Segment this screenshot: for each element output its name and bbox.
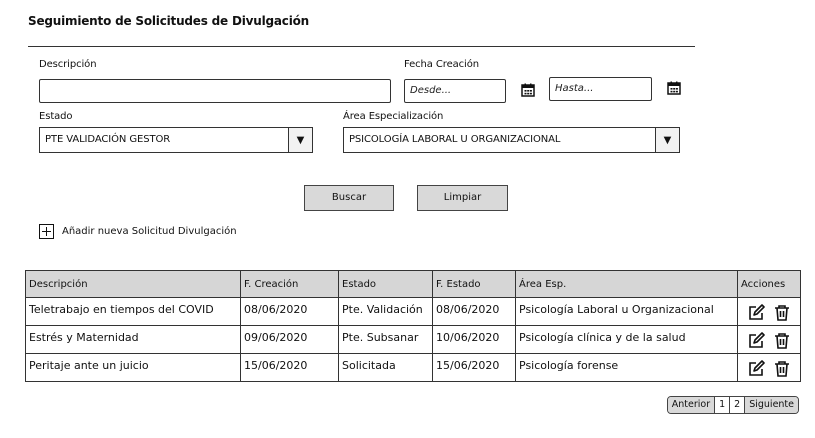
pagination: Anterior 1 2 Siguiente bbox=[666, 396, 799, 414]
col-header-f-creacion[interactable]: F. Creación bbox=[240, 270, 339, 298]
cell-descripcion: Peritaje ante un juicio bbox=[25, 353, 241, 382]
limpiar-button[interactable]: Limpiar bbox=[417, 185, 508, 211]
cell-f-creacion: 15/06/2020 bbox=[240, 353, 339, 382]
chevron-down-icon[interactable]: ▼ bbox=[288, 128, 312, 152]
trash-icon[interactable] bbox=[773, 304, 791, 322]
cell-estado: Pte. Subsanar bbox=[338, 325, 433, 354]
estado-select[interactable]: PTE VALIDACIÓN GESTOR ▼ bbox=[39, 127, 313, 153]
pagination-next-button[interactable]: Siguiente bbox=[744, 397, 798, 413]
cell-f-creacion: 09/06/2020 bbox=[240, 325, 339, 354]
cell-area: Psicología Laboral u Organizacional bbox=[515, 297, 738, 326]
cell-estado: Solicitada bbox=[338, 353, 433, 382]
fecha-creacion-label: Fecha Creación bbox=[404, 59, 479, 70]
pagination-page-1[interactable]: 1 bbox=[714, 397, 730, 413]
cell-area: Psicología clínica y de la salud bbox=[515, 325, 738, 354]
col-header-area[interactable]: Área Esp. bbox=[515, 270, 738, 298]
cell-area: Psicología forense bbox=[515, 353, 738, 382]
chevron-down-icon[interactable]: ▼ bbox=[655, 128, 679, 152]
cell-descripcion: Teletrabajo en tiempos del COVID bbox=[25, 297, 241, 326]
add-solicitud-label: Añadir nueva Solicitud Divulgación bbox=[62, 226, 237, 237]
cell-f-creacion: 08/06/2020 bbox=[240, 297, 339, 326]
cell-acciones bbox=[737, 297, 801, 326]
calendar-icon[interactable] bbox=[521, 83, 535, 97]
edit-icon[interactable] bbox=[747, 360, 766, 378]
table-row: Peritaje ante un juicio 15/06/2020 Solic… bbox=[25, 353, 801, 382]
descripcion-label: Descripción bbox=[39, 59, 97, 70]
calendar-icon[interactable] bbox=[667, 81, 681, 95]
col-header-acciones: Acciones bbox=[737, 270, 801, 298]
edit-icon[interactable] bbox=[747, 304, 766, 322]
pagination-page-2[interactable]: 2 bbox=[729, 397, 745, 413]
cell-f-estado: 15/06/2020 bbox=[432, 353, 516, 382]
cell-estado: Pte. Validación bbox=[338, 297, 433, 326]
edit-icon[interactable] bbox=[747, 332, 766, 350]
table-header-row: Descripción F. Creación Estado F. Estado… bbox=[25, 270, 801, 298]
trash-icon[interactable] bbox=[773, 332, 791, 350]
col-header-estado[interactable]: Estado bbox=[338, 270, 433, 298]
cell-descripcion: Estrés y Maternidad bbox=[25, 325, 241, 354]
table-row: Estrés y Maternidad 09/06/2020 Pte. Subs… bbox=[25, 325, 801, 354]
estado-selected-value: PTE VALIDACIÓN GESTOR bbox=[45, 134, 171, 145]
col-header-descripcion[interactable]: Descripción bbox=[25, 270, 241, 298]
title-divider bbox=[28, 46, 695, 47]
area-label: Área Especialización bbox=[343, 111, 444, 122]
cell-f-estado: 08/06/2020 bbox=[432, 297, 516, 326]
table-row: Teletrabajo en tiempos del COVID 08/06/2… bbox=[25, 297, 801, 326]
fecha-hasta-input[interactable]: Hasta... bbox=[549, 77, 652, 101]
area-select[interactable]: PSICOLOGÍA LABORAL U ORGANIZACIONAL ▼ bbox=[343, 127, 680, 153]
cell-f-estado: 10/06/2020 bbox=[432, 325, 516, 354]
fecha-desde-input[interactable]: Desde... bbox=[404, 79, 506, 103]
descripcion-input[interactable] bbox=[39, 79, 391, 103]
trash-icon[interactable] bbox=[773, 360, 791, 378]
cell-acciones bbox=[737, 353, 801, 382]
pagination-prev-button[interactable]: Anterior bbox=[667, 397, 715, 413]
solicitudes-table: Descripción F. Creación Estado F. Estado… bbox=[25, 270, 801, 382]
area-selected-value: PSICOLOGÍA LABORAL U ORGANIZACIONAL bbox=[349, 134, 561, 145]
add-solicitud-link[interactable]: Añadir nueva Solicitud Divulgación bbox=[39, 224, 237, 239]
col-header-f-estado[interactable]: F. Estado bbox=[432, 270, 516, 298]
cell-acciones bbox=[737, 325, 801, 354]
plus-square-icon bbox=[39, 224, 54, 239]
estado-label: Estado bbox=[39, 111, 73, 122]
page-title: Seguimiento de Solicitudes de Divulgació… bbox=[28, 14, 310, 28]
buscar-button[interactable]: Buscar bbox=[304, 185, 394, 211]
